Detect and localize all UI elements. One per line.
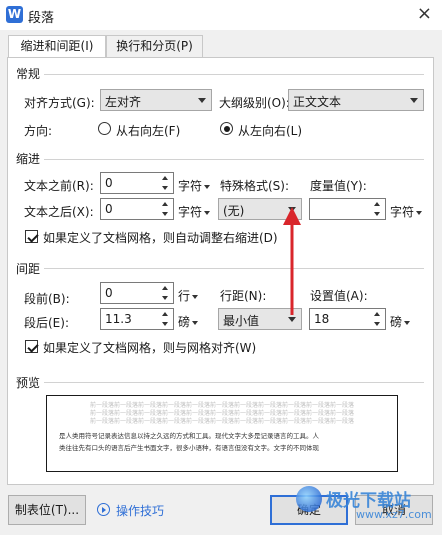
section-divider — [44, 74, 424, 75]
stepper-down-icon[interactable] — [158, 319, 173, 329]
stepper-up-icon[interactable] — [370, 199, 385, 209]
indent-after-label: 文本之后(X): — [24, 205, 94, 219]
tab-indent-spacing[interactable]: 缩进和间距(I) — [8, 35, 106, 58]
ltr-label[interactable]: 从左向右(L) — [238, 122, 302, 139]
alignment-dropdown[interactable]: 左对齐 — [100, 89, 212, 111]
space-before-stepper[interactable]: 0 — [100, 282, 174, 304]
chevron-down-icon — [288, 317, 296, 322]
snap-to-grid-label[interactable]: 如果定义了文档网格，则与网格对齐(W) — [43, 339, 256, 356]
stepper-up-icon[interactable] — [158, 173, 173, 183]
title-bar: W 段落 × — [0, 0, 442, 30]
tab-stops-button[interactable]: 制表位(T)... — [8, 495, 86, 525]
stepper-down-icon[interactable] — [370, 209, 385, 219]
unit-label: 字符 — [178, 179, 203, 193]
caret-down-icon — [192, 294, 199, 299]
auto-adjust-right-indent-label[interactable]: 如果定义了文档网格，则自动调整右缩进(D) — [43, 229, 278, 246]
section-title-preview: 预览 — [16, 376, 41, 390]
stepper-up-icon[interactable] — [158, 283, 173, 293]
measure-label: 度量值(Y): — [310, 179, 367, 193]
outline-level-label: 大纲级别(O): — [219, 96, 290, 110]
rtl-label[interactable]: 从右向左(F) — [116, 122, 180, 139]
annotation-arrow-icon — [283, 207, 301, 315]
unit-label: 磅 — [390, 315, 403, 329]
space-after-value: 11.3 — [105, 312, 132, 326]
unit-label: 磅 — [178, 315, 191, 329]
close-icon[interactable]: × — [417, 3, 432, 24]
setting-unit-dropdown[interactable]: 磅 — [390, 313, 411, 330]
radio-rtl[interactable] — [98, 122, 111, 135]
indent-after-stepper[interactable]: 0 — [100, 198, 174, 220]
measure-stepper[interactable] — [309, 198, 386, 220]
watermark-logo-icon — [296, 486, 322, 512]
section-title-spacing: 间距 — [16, 262, 41, 276]
paragraph-preview: 前一段落前一段落前一段落前一段落前一段落前一段落前一段落前一段落前一段落前一段落… — [46, 395, 398, 472]
indent-before-unit-dropdown[interactable]: 字符 — [178, 177, 211, 194]
section-divider — [44, 159, 424, 160]
indent-after-unit-dropdown[interactable]: 字符 — [178, 203, 211, 220]
indent-before-value: 0 — [105, 176, 113, 190]
indent-after-value: 0 — [105, 202, 113, 216]
snap-to-grid-checkbox[interactable] — [25, 340, 38, 353]
caret-down-icon — [404, 320, 411, 325]
special-format-value: (无) — [223, 204, 245, 218]
caret-down-icon — [416, 210, 423, 215]
section-divider — [44, 382, 424, 383]
measure-unit-dropdown[interactable]: 字符 — [390, 203, 423, 220]
play-circle-icon[interactable] — [97, 503, 110, 516]
watermark-url: www.xz7.com — [356, 508, 432, 521]
space-before-value: 0 — [105, 286, 113, 300]
section-divider — [44, 268, 424, 269]
stepper-down-icon[interactable] — [370, 319, 385, 329]
preview-previous-paragraph: 前一段落前一段落前一段落前一段落前一段落前一段落前一段落前一段落前一段落前一段落… — [89, 418, 354, 425]
auto-adjust-right-indent-checkbox[interactable] — [25, 230, 38, 243]
space-before-unit-dropdown[interactable]: 行 — [178, 287, 199, 304]
unit-label: 字符 — [390, 205, 415, 219]
tab-line-page-breaks[interactable]: 换行和分页(P) — [106, 35, 203, 57]
chevron-down-icon — [410, 98, 418, 103]
stepper-up-icon[interactable] — [370, 309, 385, 319]
space-after-unit-dropdown[interactable]: 磅 — [178, 313, 199, 330]
direction-label: 方向: — [24, 124, 53, 138]
unit-label: 行 — [178, 289, 191, 303]
stepper-up-icon[interactable] — [158, 199, 173, 209]
wps-writer-icon: W — [6, 6, 23, 23]
stepper-down-icon[interactable] — [158, 293, 173, 303]
setting-value: 18 — [314, 312, 330, 326]
alignment-value: 左对齐 — [105, 95, 142, 109]
line-spacing-label: 行距(N): — [220, 289, 267, 303]
indent-before-stepper[interactable]: 0 — [100, 172, 174, 194]
indent-before-label: 文本之前(R): — [24, 179, 94, 193]
tips-link[interactable]: 操作技巧 — [116, 502, 164, 519]
caret-down-icon — [204, 184, 211, 189]
section-title-general: 常规 — [16, 67, 41, 81]
alignment-label: 对齐方式(G): — [24, 96, 95, 110]
special-format-label: 特殊格式(S): — [220, 179, 290, 193]
setting-value-stepper[interactable]: 18 — [309, 308, 386, 330]
caret-down-icon — [204, 210, 211, 215]
space-before-label: 段前(B): — [24, 292, 70, 306]
line-spacing-value: 最小值 — [223, 314, 260, 328]
unit-label: 字符 — [178, 205, 203, 219]
space-after-label: 段后(E): — [24, 316, 69, 330]
caret-down-icon — [192, 320, 199, 325]
preview-sample-text: 是人类用符号记录表达信息以持之久远的方式和工具。现代文字大多是记录语言的工具。人 — [59, 432, 319, 440]
space-after-stepper[interactable]: 11.3 — [100, 308, 174, 330]
chevron-down-icon — [198, 98, 206, 103]
stepper-up-icon[interactable] — [158, 309, 173, 319]
stepper-down-icon[interactable] — [158, 183, 173, 193]
section-title-indent: 缩进 — [16, 152, 41, 166]
radio-ltr[interactable] — [220, 122, 233, 135]
stepper-down-icon[interactable] — [158, 209, 173, 219]
preview-sample-text: 类往往先有口头的语言后产生书面文字，很多小语种，有语言但没有文字。文字的不同体现 — [59, 444, 319, 452]
outline-level-dropdown[interactable]: 正文文本 — [288, 89, 424, 111]
outline-level-value: 正文文本 — [293, 95, 342, 109]
dialog-title: 段落 — [28, 11, 55, 26]
setting-value-label: 设置值(A): — [310, 289, 368, 303]
